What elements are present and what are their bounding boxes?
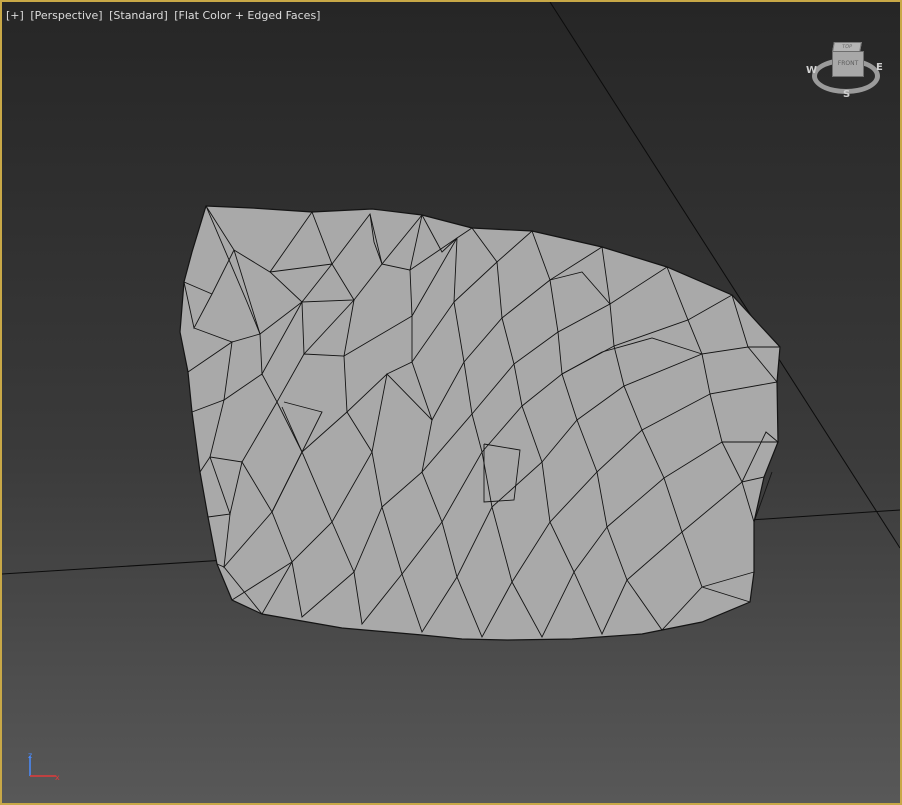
- compass-south-label: S: [843, 89, 851, 100]
- viewport-general-menu[interactable]: [+]: [6, 9, 24, 22]
- grid-line: [2, 558, 243, 575]
- scene-canvas[interactable]: [2, 2, 900, 803]
- grid-line: [749, 509, 900, 521]
- x-axis-label: x: [55, 773, 60, 782]
- viewcube[interactable]: TOP FRONT W E S: [806, 38, 886, 104]
- viewport-point-of-view-menu[interactable]: [Perspective]: [30, 9, 102, 22]
- rock-mesh[interactable]: [179, 205, 781, 641]
- z-axis-label: z: [28, 751, 32, 760]
- compass-east-label: E: [876, 62, 883, 73]
- compass-west-label: W: [806, 65, 818, 76]
- viewcube-front-face[interactable]: FRONT: [832, 51, 864, 77]
- viewport-shading-standard-menu[interactable]: [Standard]: [109, 9, 168, 22]
- axis-tripod-icon: z x: [28, 751, 60, 782]
- viewport-visual-style-menu[interactable]: [Flat Color + Edged Faces]: [174, 9, 320, 22]
- viewport-label-menu: [+] [Perspective] [Standard] [Flat Color…: [6, 9, 323, 22]
- perspective-viewport[interactable]: [+] [Perspective] [Standard] [Flat Color…: [0, 0, 902, 805]
